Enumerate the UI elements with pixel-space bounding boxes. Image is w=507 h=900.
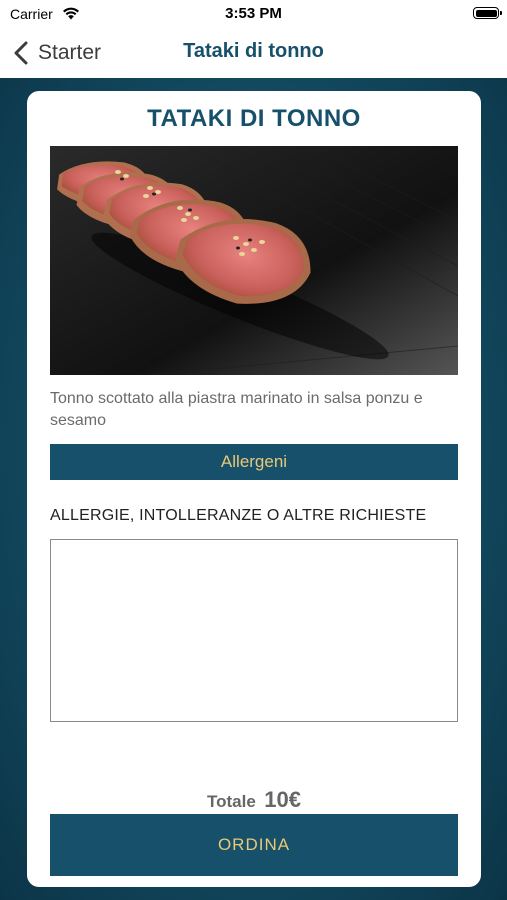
allergens-button[interactable]: Allergeni bbox=[50, 444, 458, 480]
tuna-tataki-illustration bbox=[50, 146, 458, 375]
battery-icon bbox=[473, 7, 502, 19]
requests-label: ALLERGIE, INTOLLERANZE O ALTRE RICHIESTE bbox=[50, 507, 427, 524]
requests-textarea[interactable] bbox=[50, 539, 458, 722]
dish-description: Tonno scottato alla piastra marinato in … bbox=[50, 390, 423, 429]
nav-title: Tataki di tonno bbox=[183, 40, 324, 62]
total-label: Totale bbox=[207, 792, 256, 811]
navigation-bar: Starter Tataki di tonno bbox=[0, 28, 507, 78]
dish-photo bbox=[50, 146, 458, 375]
dish-title: TATAKI DI TONNO bbox=[147, 105, 361, 132]
order-button[interactable]: ORDINA bbox=[50, 814, 458, 876]
dish-card: TATAKI DI TONNO Tonno scottato alla pias… bbox=[27, 91, 481, 887]
total-row: Totale 10€ bbox=[27, 787, 481, 813]
status-time: 3:53 PM bbox=[225, 5, 282, 22]
total-value: 10€ bbox=[264, 787, 301, 812]
status-bar: Carrier 3:53 PM bbox=[0, 0, 507, 28]
